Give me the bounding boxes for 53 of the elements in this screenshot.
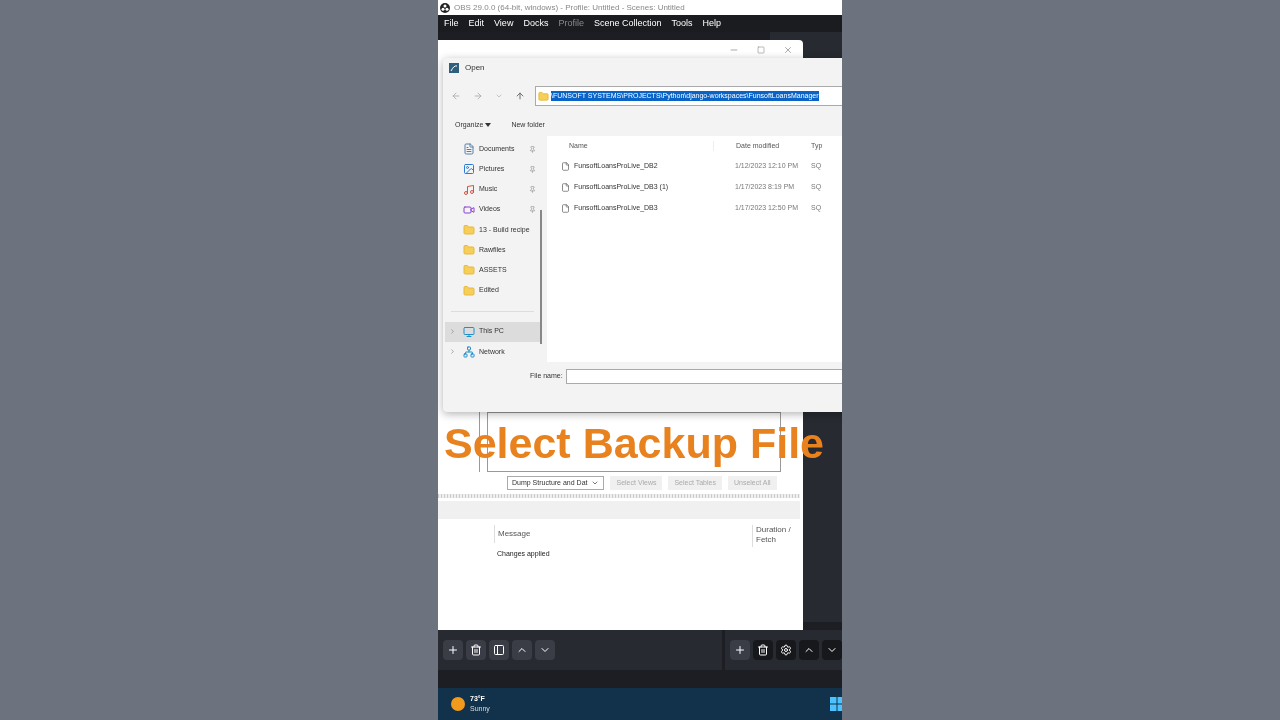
settings-button[interactable] xyxy=(776,640,796,660)
folder-icon xyxy=(463,264,475,277)
column-header: Message xyxy=(498,528,531,540)
up-icon[interactable] xyxy=(515,91,525,101)
move-up-button[interactable] xyxy=(799,640,819,660)
file-icon xyxy=(561,183,570,192)
caret-icon xyxy=(591,479,600,487)
document-icon xyxy=(463,143,475,156)
music-note-icon xyxy=(463,183,475,196)
menu-item[interactable]: Help xyxy=(702,16,721,31)
move-down-button[interactable] xyxy=(535,640,555,660)
picture-icon xyxy=(463,163,475,176)
folder-icon xyxy=(463,223,475,236)
dialog-title: Open xyxy=(465,62,485,74)
pin-icon xyxy=(529,165,536,173)
file-icon xyxy=(561,204,570,213)
app-icon xyxy=(449,63,459,73)
menu-item[interactable]: Tools xyxy=(671,16,693,31)
pin-icon xyxy=(529,186,536,193)
panel-button[interactable] xyxy=(489,640,509,660)
menu-item[interactable]: Edit xyxy=(468,16,485,31)
menu-item[interactable]: Docks xyxy=(523,16,549,31)
panel-icon xyxy=(493,644,505,656)
folder-icon xyxy=(463,284,475,297)
pin-icon xyxy=(529,206,536,214)
column-header: Duration / Fetch xyxy=(756,525,792,545)
video-icon xyxy=(463,203,475,216)
delete-button[interactable] xyxy=(466,640,486,660)
folder-icon xyxy=(538,90,549,102)
add-button[interactable] xyxy=(730,640,750,660)
add-button[interactable] xyxy=(443,640,463,660)
monitor-icon xyxy=(463,325,475,338)
plus-icon xyxy=(734,644,746,656)
menu-item[interactable]: File xyxy=(444,16,459,31)
folder-icon xyxy=(463,244,475,257)
sun-icon xyxy=(451,697,465,711)
file-name-field[interactable] xyxy=(565,368,842,384)
trash-icon xyxy=(757,644,769,656)
trash-icon xyxy=(470,644,482,656)
move-down-button[interactable] xyxy=(822,640,842,660)
move-up-button[interactable] xyxy=(512,640,532,660)
plus-icon xyxy=(447,644,459,656)
file-icon xyxy=(561,162,570,171)
pin-icon xyxy=(529,145,536,153)
delete-button[interactable] xyxy=(753,640,773,660)
start-icon[interactable] xyxy=(830,697,842,711)
menu-item[interactable]: View xyxy=(494,16,514,31)
window-title: OBS 29.0.0 (64-bit, windows) - Profile: Untitled - Scenes: Untitled xyxy=(454,1,685,14)
close-icon[interactable] xyxy=(783,45,793,55)
caret-icon xyxy=(485,123,492,127)
network-icon xyxy=(463,345,475,358)
settings-icon xyxy=(780,644,792,656)
menu-item[interactable]: Scene Collection xyxy=(593,16,662,31)
